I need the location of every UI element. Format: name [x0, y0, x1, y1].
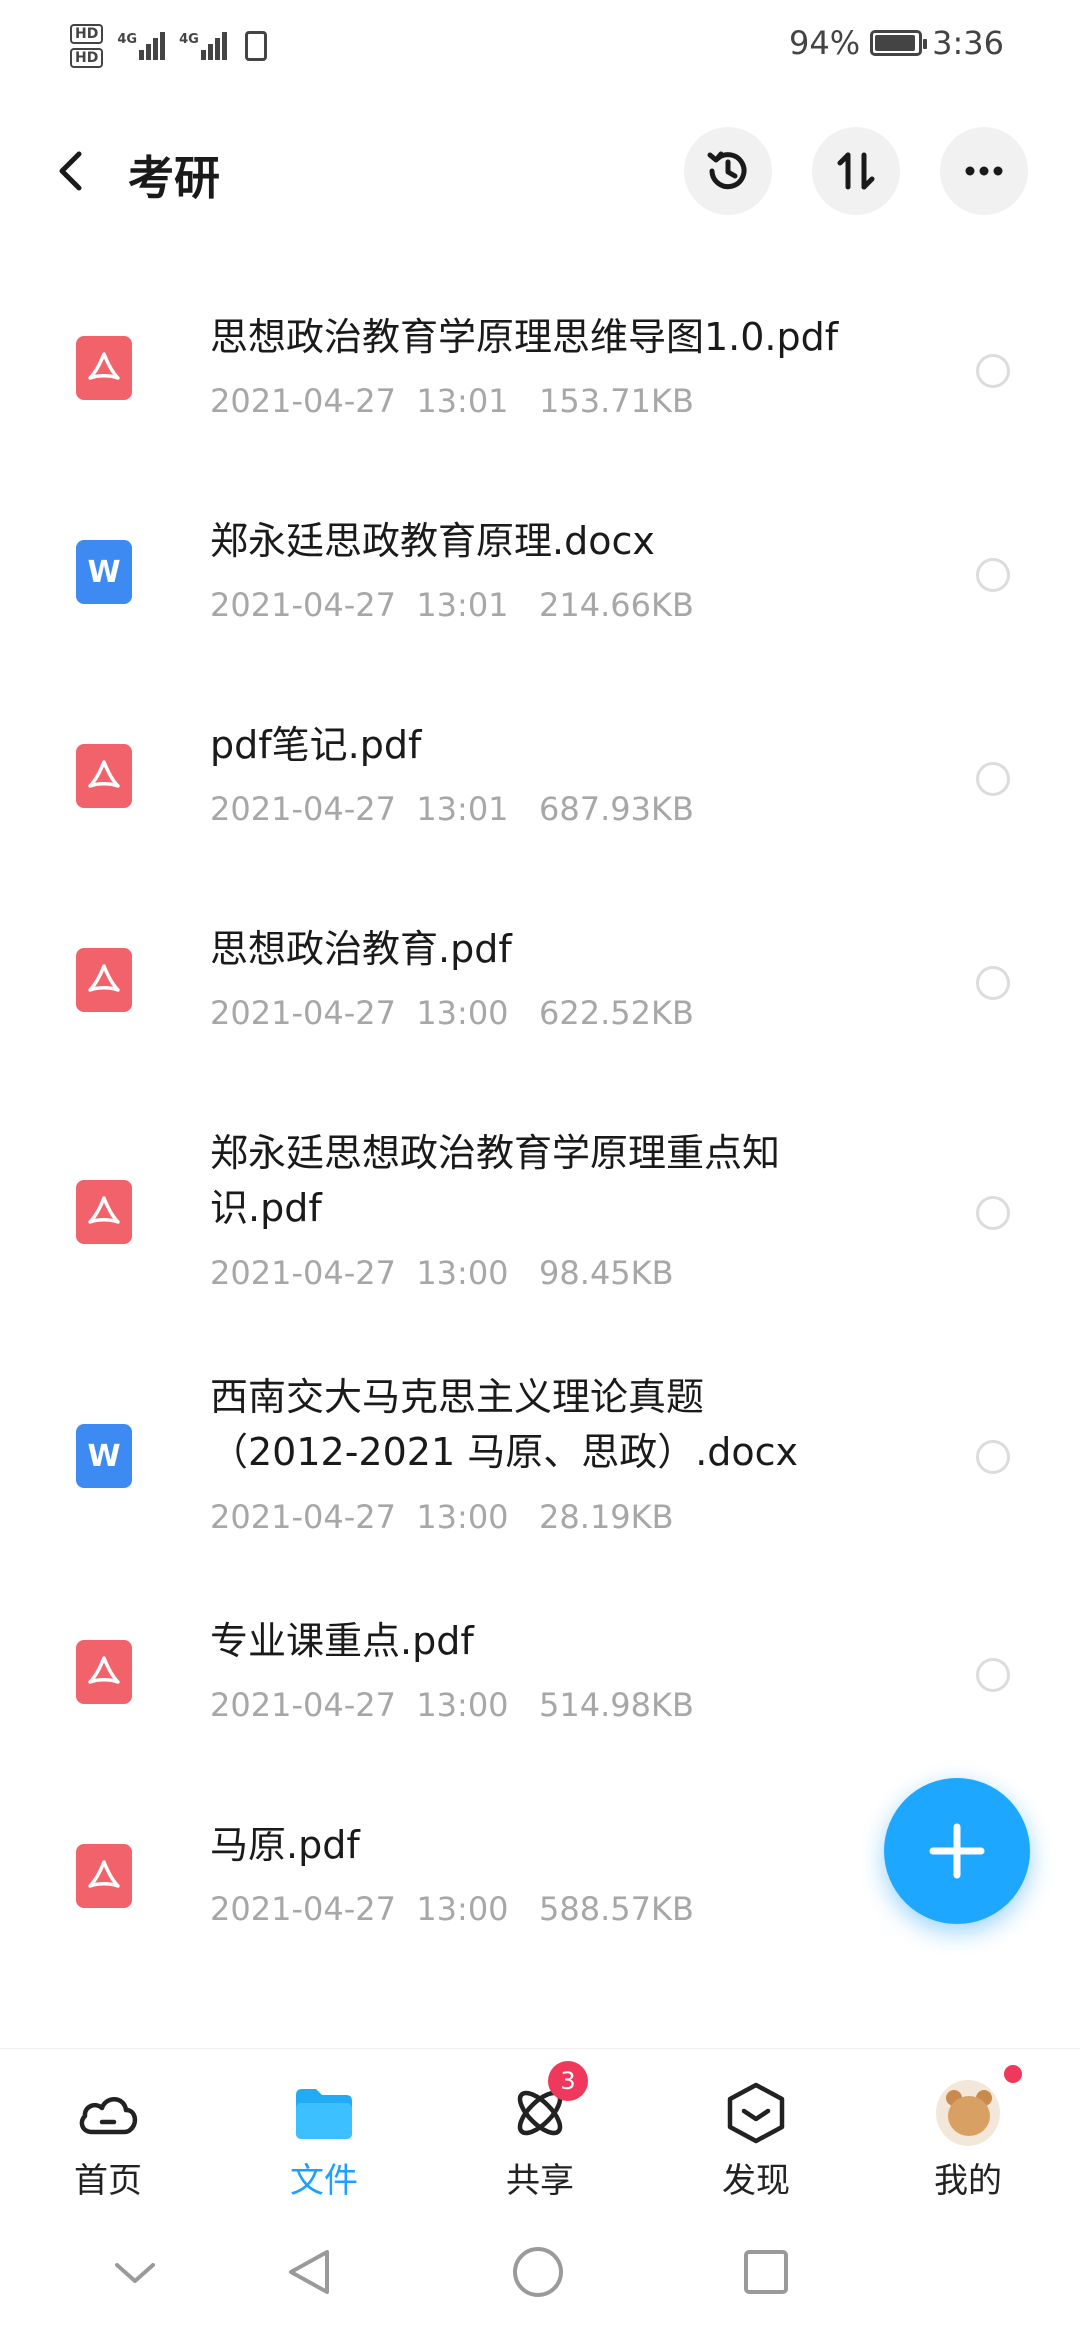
battery-level [875, 35, 915, 51]
more-button[interactable] [940, 127, 1028, 215]
file-name: 马原.pdf [210, 1823, 360, 1867]
chevron-left-icon [59, 151, 82, 191]
vibrate-icon [244, 31, 267, 61]
file-name: 西南交大马克思主义理论真题（2012-2021 马原、思政）.docx [210, 1375, 799, 1474]
collapse-button[interactable] [105, 2242, 165, 2302]
avatar-icon [936, 2080, 1000, 2146]
clock: 3:36 [932, 24, 1004, 62]
select-checkbox[interactable] [976, 354, 1010, 388]
file-name: pdf笔记.pdf [210, 723, 422, 767]
battery-percent: 94% [789, 24, 861, 62]
file-row[interactable]: 郑永廷思想政治教育学原理重点知识.pdf 2021-04-27 13:00 98… [0, 1086, 1080, 1330]
file-name: 思想政治教育.pdf [210, 927, 512, 971]
nav-discover-label: 发现 [722, 2161, 790, 2201]
file-meta: 2021-04-27 13:00 98.45KB [210, 1254, 674, 1292]
battery-icon [870, 30, 928, 56]
nav-home[interactable]: 首页 [28, 2049, 188, 2209]
file-meta: 2021-04-27 13:00 588.57KB [210, 1890, 694, 1928]
file-row[interactable]: 思想政治教育.pdf 2021-04-27 13:00 622.52KB [0, 882, 1080, 1086]
chevron-down-icon [115, 2263, 155, 2283]
signal-icon: 4G [179, 32, 227, 60]
select-checkbox[interactable] [976, 762, 1010, 796]
file-row[interactable]: pdf笔记.pdf 2021-04-27 13:01 687.93KB [0, 678, 1080, 882]
file-name: 郑永廷思想政治教育学原理重点知识.pdf [210, 1131, 781, 1230]
recents-nav-button[interactable] [736, 2242, 796, 2302]
pdf-file-icon [76, 1640, 132, 1704]
history-button[interactable] [684, 127, 772, 215]
file-row[interactable]: 思想政治教育学原理思维导图1.0.pdf 2021-04-27 13:01 15… [0, 270, 1080, 474]
hd-indicators: HD HD [70, 24, 104, 68]
sort-icon [837, 152, 875, 190]
file-meta: 2021-04-27 13:01 214.66KB [210, 586, 694, 624]
folder-icon [292, 2081, 356, 2145]
page-title: 考研 [128, 151, 220, 205]
nav-home-label: 首页 [74, 2161, 142, 2201]
header: 考研 [0, 120, 1080, 220]
nav-me-label: 我的 [934, 2161, 1002, 2201]
nav-share-label: 共享 [506, 2161, 574, 2201]
select-checkbox[interactable] [976, 966, 1010, 1000]
select-checkbox[interactable] [976, 1658, 1010, 1692]
sort-button[interactable] [812, 127, 900, 215]
notification-dot [1004, 2065, 1022, 2083]
nav-me[interactable]: 我的 [888, 2049, 1048, 2209]
status-bar-left: HD HD 4G 4G [70, 16, 267, 76]
file-name: 思想政治教育学原理思维导图1.0.pdf [210, 315, 839, 359]
avatar [936, 2080, 1000, 2146]
discover-box-icon [724, 2081, 788, 2145]
more-icon [965, 166, 1003, 176]
status-bar: HD HD 4G 4G 94% 3:36 [0, 0, 1080, 90]
pdf-file-icon [76, 744, 132, 808]
hd-icon: HD [70, 48, 104, 68]
file-meta: 2021-04-27 13:00 28.19KB [210, 1498, 674, 1536]
file-name: 郑永廷思政教育原理.docx [210, 519, 655, 563]
file-name: 专业课重点.pdf [210, 1619, 474, 1663]
select-checkbox[interactable] [976, 558, 1010, 592]
nav-files[interactable]: 文件 [244, 2049, 404, 2209]
word-file-icon: W [76, 540, 132, 604]
add-button[interactable] [884, 1778, 1030, 1924]
status-bar-right: 94% 3:36 [789, 24, 1004, 62]
square-recents-icon [744, 2250, 788, 2294]
file-row[interactable]: W 郑永廷思政教育原理.docx 2021-04-27 13:01 214.66… [0, 474, 1080, 678]
select-checkbox[interactable] [976, 1196, 1010, 1230]
plus-icon [929, 1823, 985, 1879]
nav-files-label: 文件 [290, 2161, 358, 2201]
pdf-file-icon [76, 948, 132, 1012]
back-button[interactable] [48, 146, 98, 196]
file-row[interactable]: W 西南交大马克思主义理论真题（2012-2021 马原、思政）.docx 20… [0, 1330, 1080, 1574]
file-meta: 2021-04-27 13:00 514.98KB [210, 1686, 694, 1724]
circle-home-icon [513, 2247, 563, 2297]
history-icon [707, 151, 747, 190]
nav-discover[interactable]: 发现 [676, 2049, 836, 2209]
file-meta: 2021-04-27 13:00 622.52KB [210, 994, 694, 1032]
file-list: 思想政治教育学原理思维导图1.0.pdf 2021-04-27 13:01 15… [0, 270, 1080, 1982]
share-badge: 3 [548, 2061, 588, 2101]
file-meta: 2021-04-27 13:01 153.71KB [210, 382, 694, 420]
home-nav-button[interactable] [508, 2242, 568, 2302]
file-meta: 2021-04-27 13:01 687.93KB [210, 790, 694, 828]
pdf-file-icon [76, 336, 132, 400]
file-row[interactable]: 专业课重点.pdf 2021-04-27 13:00 514.98KB [0, 1574, 1080, 1778]
back-nav-button[interactable] [278, 2242, 338, 2302]
cloud-icon [76, 2081, 140, 2145]
hd-icon: HD [70, 24, 104, 44]
triangle-back-icon [289, 2250, 329, 2294]
signal-icon: 4G [117, 32, 166, 60]
pdf-file-icon [76, 1180, 132, 1244]
nav-share[interactable]: 3 共享 [460, 2049, 620, 2209]
bottom-nav: 首页 文件 3 共享 发现 我的 [0, 2048, 1080, 2208]
word-file-icon: W [76, 1424, 132, 1488]
system-nav-bar [0, 2208, 1080, 2340]
pdf-file-icon [76, 1844, 132, 1908]
select-checkbox[interactable] [976, 1440, 1010, 1474]
